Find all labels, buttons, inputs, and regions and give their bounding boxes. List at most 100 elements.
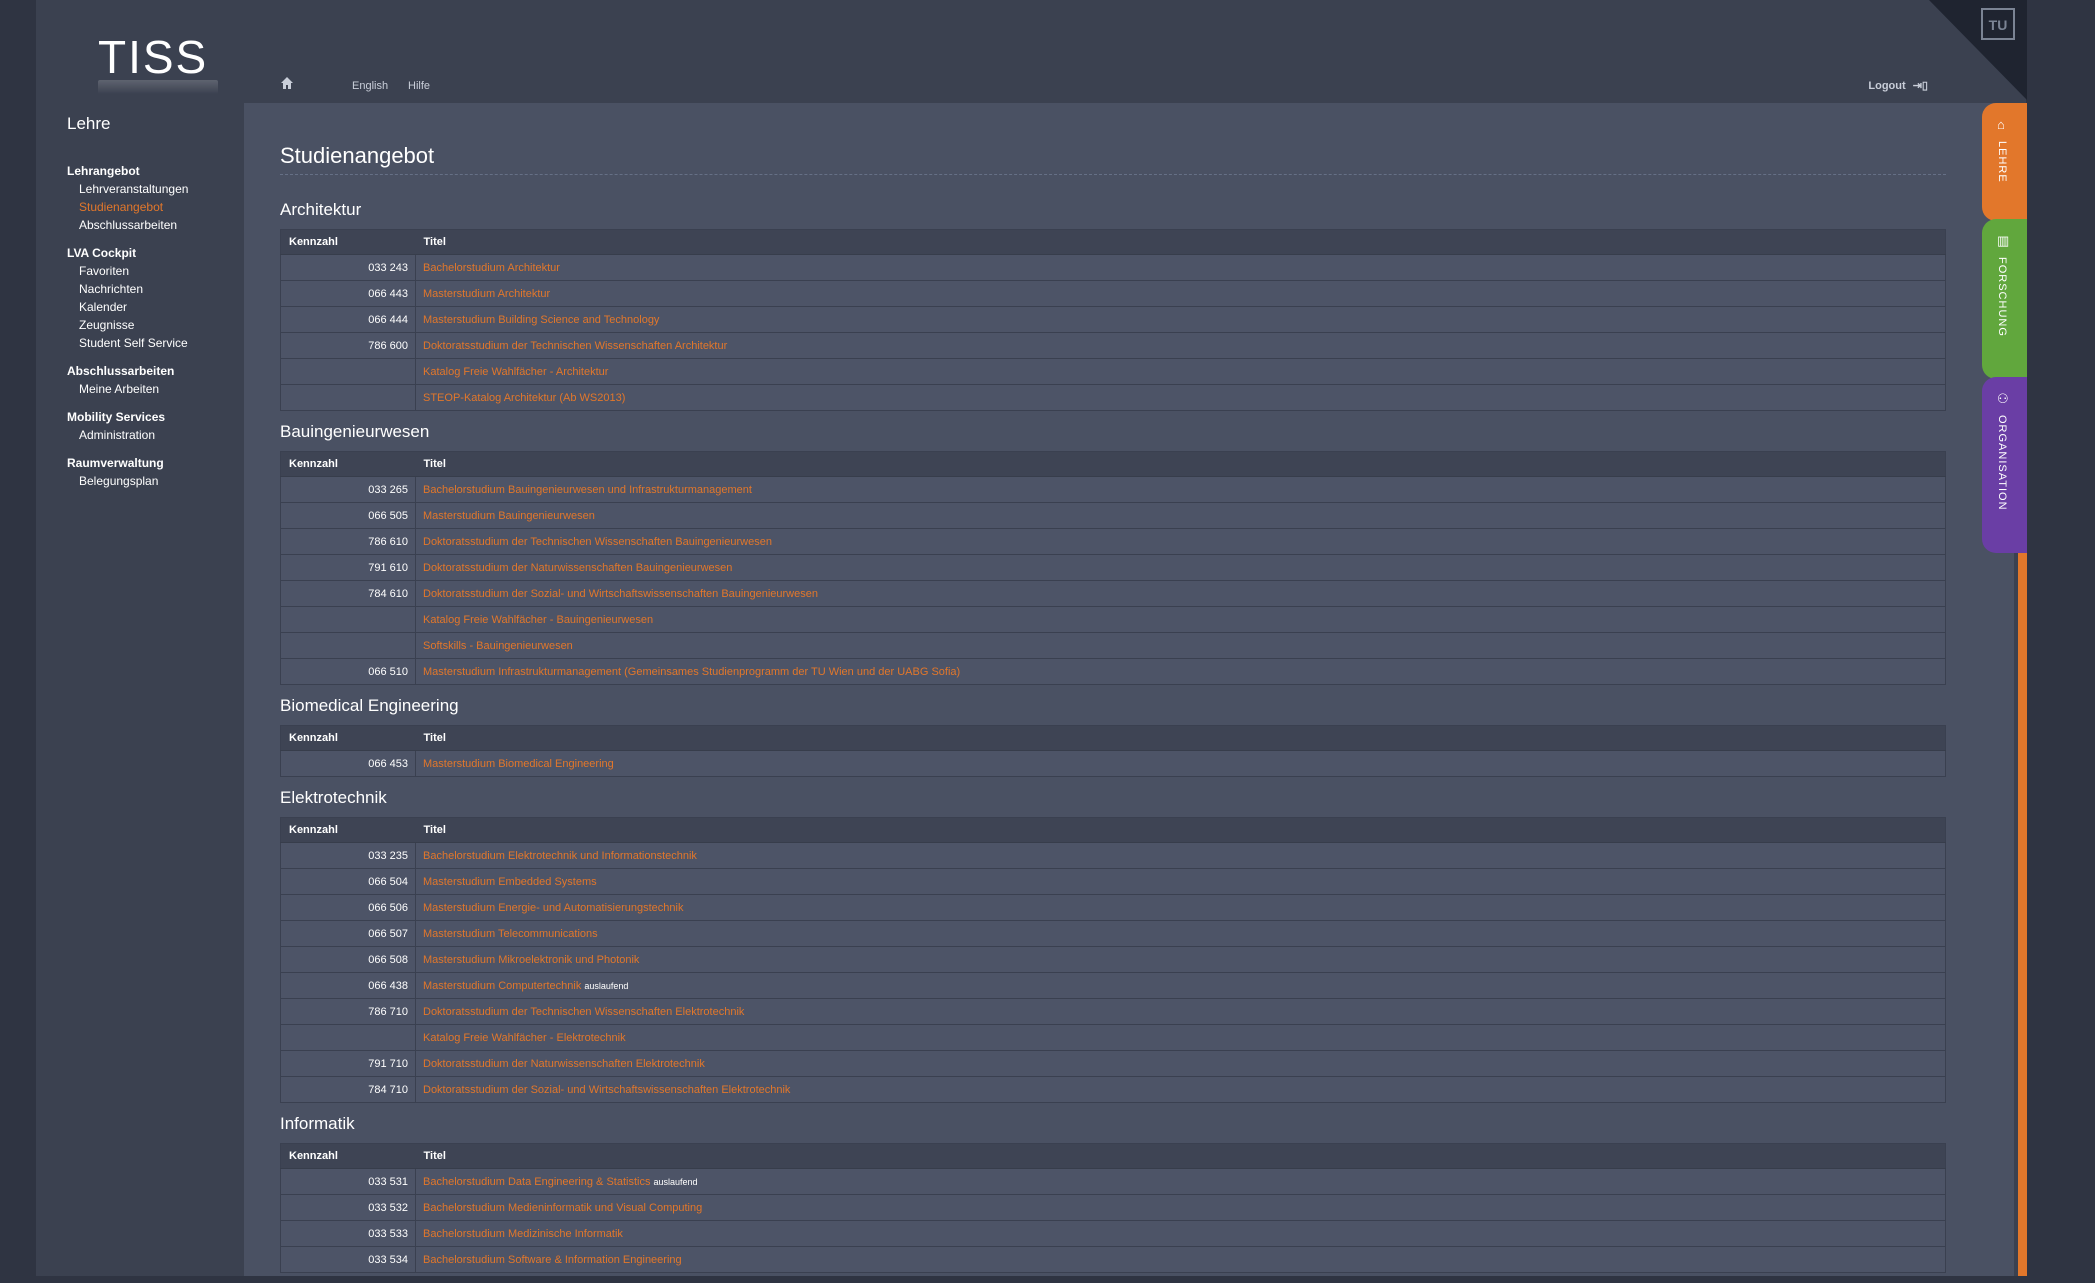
sidebar-item[interactable]: Meine Arbeiten <box>67 380 257 398</box>
sidebar-item[interactable]: Kalender <box>67 298 257 316</box>
title-cell: Doktoratsstudium der Sozial- und Wirtsch… <box>415 580 1946 607</box>
study-link[interactable]: Doktoratsstudium der Technischen Wissens… <box>423 1006 744 1018</box>
study-link[interactable]: Doktoratsstudium der Sozial- und Wirtsch… <box>423 588 818 600</box>
study-link[interactable]: Katalog Freie Wahlfächer - Architektur <box>423 366 608 378</box>
logout-button[interactable]: Logout ⇥▯ <box>1868 79 1928 92</box>
sidebar-item[interactable]: Administration <box>67 426 257 444</box>
study-link[interactable]: Masterstudium Bauingenieurwesen <box>423 510 595 522</box>
title-cell: Bachelorstudium Elektrotechnik und Infor… <box>415 842 1946 869</box>
nav-group: Raumverwaltung Belegungsplan <box>67 454 257 490</box>
study-link[interactable]: Bachelorstudium Software & Information E… <box>423 1254 682 1266</box>
sidebar-item[interactable]: Lehrveranstaltungen <box>67 180 257 198</box>
tab-lehre[interactable]: ⌂ LEHRE <box>1982 103 2027 221</box>
study-link[interactable]: Masterstudium Telecommunications <box>423 928 598 940</box>
study-link[interactable]: Katalog Freie Wahlfächer - Elektrotechni… <box>423 1032 626 1044</box>
tab-forschung[interactable]: ▥ FORSCHUNG <box>1982 219 2027 379</box>
study-link[interactable]: Bachelorstudium Data Engineering & Stati… <box>423 1176 650 1188</box>
nav-heading[interactable]: Raumverwaltung <box>67 454 257 472</box>
study-link[interactable]: Masterstudium Mikroelektronik und Photon… <box>423 954 639 966</box>
column-header-kennzahl: Kennzahl <box>280 1143 416 1169</box>
nav-group: Lehrangebot Lehrveranstaltungen Studienang… <box>67 162 257 234</box>
table-row: 786 610 Doktoratsstudium der Technischen … <box>280 528 1946 555</box>
column-header-kennzahl: Kennzahl <box>280 451 416 477</box>
tiss-logo[interactable]: TISS <box>98 30 208 84</box>
section-title: Lehre <box>67 114 111 133</box>
study-link[interactable]: Doktoratsstudium der Naturwissenschaften… <box>423 562 732 574</box>
nav-heading[interactable]: Lehrangebot <box>67 162 257 180</box>
kennzahl-cell: 066 443 <box>280 280 416 307</box>
sidebar-item[interactable]: Nachrichten <box>67 280 257 298</box>
study-link[interactable]: Masterstudium Infrastrukturmanagement (G… <box>423 666 960 678</box>
kennzahl-cell: 066 507 <box>280 920 416 947</box>
table-row: 066 438 Masterstudium Computertechnik ausl… <box>280 972 1946 999</box>
title-cell: STEOP-Katalog Architektur (Ab WS2013) <box>415 384 1946 411</box>
home-icon[interactable] <box>280 76 294 90</box>
study-link[interactable]: Bachelorstudium Elektrotechnik und Infor… <box>423 850 697 862</box>
kennzahl-cell: 784 610 <box>280 580 416 607</box>
title-cell: Masterstudium Embedded Systems <box>415 868 1946 895</box>
table-row: 066 508 Masterstudium Mikroelektronik und… <box>280 946 1946 973</box>
nav-heading[interactable]: LVA Cockpit <box>67 244 257 262</box>
nav-heading[interactable]: Abschlussarbeiten <box>67 362 257 380</box>
table-row: 791 710 Doktoratsstudium der Naturwissens… <box>280 1050 1946 1077</box>
title-cell: Masterstudium Mikroelektronik und Photon… <box>415 946 1946 973</box>
study-link[interactable]: Masterstudium Computertechnik <box>423 980 581 992</box>
kennzahl-cell: 066 453 <box>280 750 416 777</box>
study-link[interactable]: Doktoratsstudium der Naturwissenschaften… <box>423 1058 705 1070</box>
sidebar-item[interactable]: Belegungsplan <box>67 472 257 490</box>
sidebar-item[interactable]: Zeugnisse <box>67 316 257 334</box>
study-link[interactable]: Masterstudium Building Science and Techn… <box>423 314 659 326</box>
study-link[interactable]: Doktoratsstudium der Technischen Wissens… <box>423 536 772 548</box>
kennzahl-cell <box>280 358 416 385</box>
title-cell: Doktoratsstudium der Naturwissenschaften… <box>415 1050 1946 1077</box>
table-header-row: Kennzahl Titel <box>280 1143 1946 1169</box>
study-link[interactable]: Bachelorstudium Medieninformatik und Vis… <box>423 1202 702 1214</box>
study-link[interactable]: Softskills - Bauingenieurwesen <box>423 640 573 652</box>
study-link[interactable]: Bachelorstudium Medizinische Informatik <box>423 1228 623 1240</box>
kennzahl-cell: 786 610 <box>280 528 416 555</box>
sidebar-item[interactable]: Favoriten <box>67 262 257 280</box>
table-row: 033 532 Bachelorstudium Medieninformatik … <box>280 1194 1946 1221</box>
table-row: STEOP-Katalog Architektur (Ab WS2013) <box>280 384 1946 411</box>
table-row: 066 507 Masterstudium Telecommunications <box>280 920 1946 947</box>
kennzahl-cell: 791 610 <box>280 554 416 581</box>
table-row: 066 506 Masterstudium Energie- und Automa… <box>280 894 1946 921</box>
study-section: Biomedical Engineering Kennzahl Titel 066 4… <box>280 695 1946 777</box>
sidebar-item[interactable]: Student Self Service <box>67 334 257 352</box>
study-link[interactable]: Doktoratsstudium der Sozial- und Wirtsch… <box>423 1084 790 1096</box>
study-link[interactable]: Katalog Freie Wahlfächer - Bauingenieurw… <box>423 614 653 626</box>
language-link[interactable]: English <box>352 80 388 92</box>
study-link[interactable]: Doktoratsstudium der Technischen Wissens… <box>423 340 727 352</box>
study-link[interactable]: Masterstudium Energie- und Automatisieru… <box>423 902 683 914</box>
table-row: 033 265 Bachelorstudium Bauingenieurwesen… <box>280 476 1946 503</box>
study-table: Kennzahl Titel 033 235 Bachelorstudium Elek… <box>280 817 1946 1103</box>
title-cell: Masterstudium Building Science and Techn… <box>415 306 1946 333</box>
table-row: Softskills - Bauingenieurwesen <box>280 632 1946 659</box>
study-link[interactable]: Masterstudium Architektur <box>423 288 550 300</box>
title-cell: Doktoratsstudium der Technischen Wissens… <box>415 528 1946 555</box>
section-heading: Biomedical Engineering <box>280 696 459 715</box>
tab-organisation[interactable]: ⚇ ORGANISATION <box>1982 377 2027 553</box>
sidebar-item[interactable]: Abschlussarbeiten <box>67 216 257 234</box>
study-link[interactable]: Bachelorstudium Architektur <box>423 262 560 274</box>
study-link[interactable]: Bachelorstudium Bauingenieurwesen und In… <box>423 484 752 496</box>
nav-heading[interactable]: Mobility Services <box>67 408 257 426</box>
table-row: Katalog Freie Wahlfächer - Architektur <box>280 358 1946 385</box>
study-sections: Architektur Kennzahl Titel 033 243 Bachelors… <box>280 199 1946 1283</box>
study-table: Kennzahl Titel 033 243 Bachelorstudium Arch… <box>280 229 1946 411</box>
kennzahl-cell <box>280 1024 416 1051</box>
kennzahl-cell: 066 510 <box>280 658 416 685</box>
tab-forschung-label: FORSCHUNG <box>1996 257 2008 337</box>
sidebar-item[interactable]: Studienangebot <box>67 198 257 216</box>
study-link[interactable]: STEOP-Katalog Architektur (Ab WS2013) <box>423 392 625 404</box>
study-table: Kennzahl Titel 033 265 Bachelorstudium Baui… <box>280 451 1946 685</box>
study-link[interactable]: Masterstudium Biomedical Engineering <box>423 758 614 770</box>
sidebar: TISS Lehre Lehrangebot Lehrveranstaltunge… <box>36 0 244 1276</box>
kennzahl-cell: 033 243 <box>280 254 416 281</box>
section-heading: Informatik <box>280 1114 355 1133</box>
column-header-titel: Titel <box>415 451 1946 477</box>
kennzahl-cell: 033 531 <box>280 1168 416 1195</box>
help-link[interactable]: Hilfe <box>408 80 430 92</box>
tu-logo[interactable]: TU <box>1981 8 2015 40</box>
study-link[interactable]: Masterstudium Embedded Systems <box>423 876 597 888</box>
